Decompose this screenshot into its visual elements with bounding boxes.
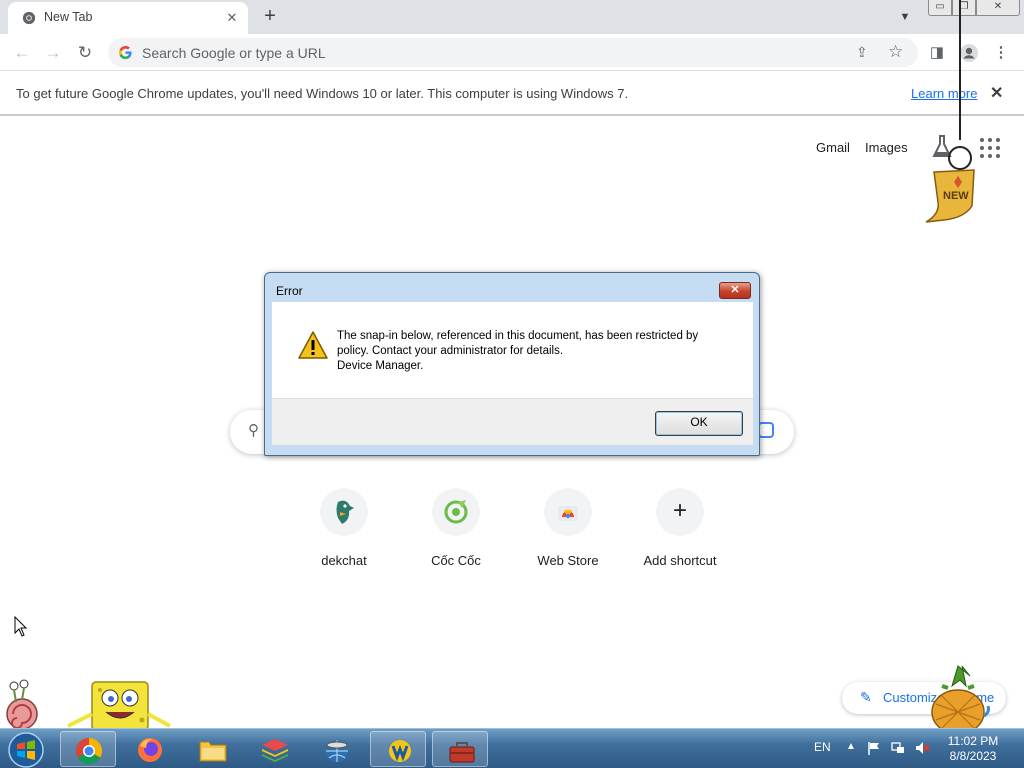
volume-muted-icon[interactable] xyxy=(914,740,930,756)
error-dialog: Error ✕ The snap-in below, referenced in… xyxy=(264,272,760,456)
taskbar-download-manager[interactable] xyxy=(308,731,364,767)
shortcut-dekchat[interactable]: dekchat xyxy=(288,488,400,578)
maximize-button[interactable]: ❐ xyxy=(952,0,976,16)
new-sticker-icon: NEW xyxy=(925,169,975,223)
action-center-flag-icon[interactable] xyxy=(866,740,882,756)
tab-close-icon[interactable]: ✕ xyxy=(222,8,242,28)
dekchat-bird-icon xyxy=(336,500,354,524)
taskbar-bluestacks[interactable] xyxy=(246,731,302,767)
taskbar-chrome[interactable] xyxy=(60,731,116,767)
forward-arrow-icon[interactable]: → xyxy=(41,41,65,65)
shortcut-label: Add shortcut xyxy=(643,553,717,568)
language-indicator[interactable]: EN xyxy=(814,740,831,754)
toolbox-icon xyxy=(449,742,475,763)
side-panel-icon[interactable]: ◨ xyxy=(926,42,948,64)
add-shortcut-button[interactable]: + Add shortcut xyxy=(624,488,736,578)
plus-icon: + xyxy=(672,497,687,524)
address-bar[interactable]: Search Google or type a URL ⇪ ☆ xyxy=(108,38,918,67)
reload-icon[interactable]: ↻ xyxy=(73,41,97,65)
dialog-message-line: Device Manager. xyxy=(337,360,424,372)
dialog-close-button[interactable]: ✕ xyxy=(719,282,751,299)
tab-strip: New Tab ✕ + ▼ ▭ ❐ ✕ xyxy=(0,0,1024,34)
search-icon: ⚲ xyxy=(248,422,259,439)
new-tab-button[interactable]: + xyxy=(258,5,282,29)
tab-new-tab[interactable]: New Tab ✕ xyxy=(8,2,248,34)
ok-button[interactable]: OK xyxy=(655,411,743,436)
shortcut-tile: + xyxy=(656,488,704,536)
tab-title: New Tab xyxy=(44,10,93,24)
update-infobar: To get future Google Chrome updates, you… xyxy=(0,72,1024,116)
shortcut-label: Web Store xyxy=(537,553,599,568)
tab-search-chevron-icon[interactable]: ▼ xyxy=(894,6,916,28)
taskbar-ultraviewer[interactable] xyxy=(370,731,426,767)
dialog-message: The snap-in below, referenced in this do… xyxy=(337,329,737,374)
infobar-close-icon[interactable]: ✕ xyxy=(990,83,1003,103)
shortcut-label: Cốc Cốc xyxy=(431,553,481,568)
idm-globe-icon xyxy=(326,740,348,762)
taskbar-firefox[interactable] xyxy=(122,731,178,767)
minimize-button[interactable]: ▭ xyxy=(928,0,952,16)
dialog-footer: OK xyxy=(272,398,753,445)
bluestacks-icon xyxy=(262,739,288,762)
dialog-title: Error xyxy=(276,284,303,298)
network-icon[interactable] xyxy=(890,740,906,756)
dialog-message-line: The snap-in below, referenced in this do… xyxy=(337,330,699,342)
dialog-message-line: policy. Contact your administrator for d… xyxy=(337,345,564,357)
images-link[interactable]: Images xyxy=(865,140,908,155)
mouse-cursor-icon xyxy=(14,616,28,637)
spongebob-sticker-icon xyxy=(67,681,171,730)
clock-date: 8/8/2023 xyxy=(949,749,997,763)
ultraviewer-icon xyxy=(389,740,411,762)
windows-taskbar: EN ▲ 11:02 PM 8/8/2023 xyxy=(0,728,1024,768)
snail-sticker-icon xyxy=(6,679,38,730)
show-hidden-icons-arrow-icon[interactable]: ▲ xyxy=(846,741,856,752)
chrome-icon xyxy=(22,11,36,25)
kebab-menu-icon[interactable]: ⋮ xyxy=(990,42,1012,64)
google-g-icon xyxy=(118,45,132,60)
pencil-icon: ✎ xyxy=(860,689,872,705)
gmail-link[interactable]: Gmail xyxy=(816,140,850,155)
windows-start-orb-icon[interactable] xyxy=(6,731,46,768)
omnibox-placeholder: Search Google or type a URL xyxy=(142,45,326,61)
shortcut-tile xyxy=(432,488,480,536)
shortcut-label: dekchat xyxy=(321,553,367,568)
firefox-icon xyxy=(138,738,162,762)
share-icon[interactable]: ⇪ xyxy=(856,44,868,61)
profile-avatar-icon[interactable] xyxy=(958,42,980,64)
folder-icon xyxy=(199,741,227,762)
google-apps-grid-icon[interactable] xyxy=(980,138,1000,158)
learn-more-link[interactable]: Learn more xyxy=(911,86,977,101)
shortcut-tile xyxy=(320,488,368,536)
coc-coc-icon xyxy=(444,500,468,524)
infobar-message: To get future Google Chrome updates, you… xyxy=(16,86,629,101)
chrome-icon xyxy=(75,737,103,765)
pineapple-house-sticker-icon xyxy=(931,665,990,732)
shortcut-tile xyxy=(544,488,592,536)
bookmark-star-icon[interactable]: ☆ xyxy=(888,42,903,62)
clock-time: 11:02 PM xyxy=(947,734,999,748)
shortcut-coc-coc[interactable]: Cốc Cốc xyxy=(400,488,512,578)
taskbar-toolbox[interactable] xyxy=(432,731,488,767)
dialog-body: The snap-in below, referenced in this do… xyxy=(272,302,753,398)
warning-icon xyxy=(298,331,328,359)
web-store-icon xyxy=(558,506,578,521)
close-window-button[interactable]: ✕ xyxy=(976,0,1020,16)
svg-text:NEW: NEW xyxy=(943,190,969,202)
browser-toolbar: ← → ↻ Search Google or type a URL ⇪ ☆ ◨ … xyxy=(0,34,1024,71)
back-arrow-icon[interactable]: ← xyxy=(10,41,34,65)
taskbar-file-explorer[interactable] xyxy=(184,731,240,767)
shortcut-web-store[interactable]: Web Store xyxy=(512,488,624,578)
hanging-string xyxy=(959,0,961,140)
google-lens-icon[interactable] xyxy=(758,422,774,438)
system-clock[interactable]: 11:02 PM 8/8/2023 xyxy=(938,734,1008,764)
